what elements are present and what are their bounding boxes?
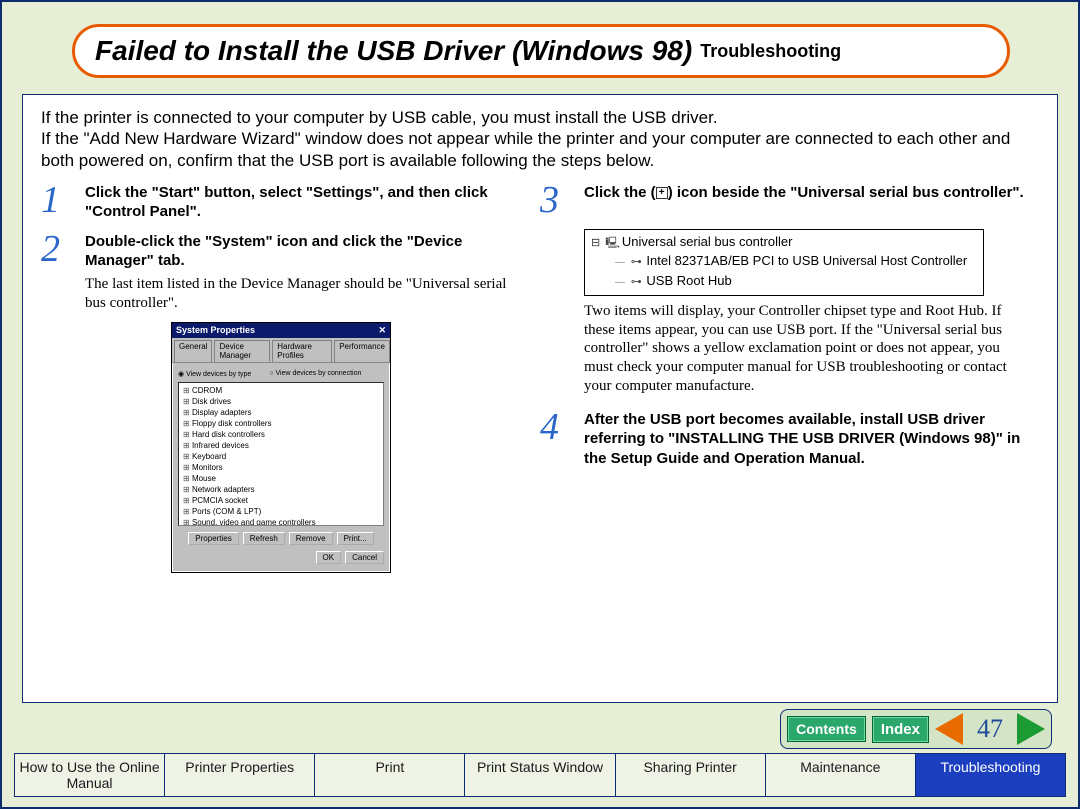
index-button[interactable]: Index [872, 716, 929, 743]
sysprop-button: OK [316, 551, 342, 564]
step-heading: Double-click the "System" icon and click… [85, 232, 526, 271]
next-page-arrow-icon[interactable] [1017, 713, 1045, 745]
tab-printer-properties[interactable]: Printer Properties [165, 753, 315, 797]
sysprop-tab: Hardware Profiles [272, 340, 332, 362]
sysprop-titlebar: System Properties ✕ [172, 323, 390, 338]
content-panel: If the printer is connected to your comp… [22, 94, 1058, 703]
step-number: 3 [540, 181, 584, 219]
step-heading: Click the "Start" button, select "Settin… [85, 183, 526, 222]
intro-text: If the printer is connected to your comp… [41, 107, 1039, 171]
sysprop-button: Properties [188, 532, 238, 545]
sysprop-button: Remove [289, 532, 333, 545]
usbtree-child: ⊶ USB Root Hub [615, 272, 977, 292]
system-properties-screenshot: System Properties ✕ General Device Manag… [171, 322, 391, 573]
page-root: Failed to Install the USB Driver (Window… [0, 0, 1080, 809]
tab-sharing-printer[interactable]: Sharing Printer [616, 753, 766, 797]
title-sub: Troubleshooting [700, 41, 841, 62]
title-main: Failed to Install the USB Driver (Window… [95, 35, 692, 67]
left-column: 1 Click the "Start" button, select "Sett… [41, 179, 540, 574]
intro-line2: If the "Add New Hardware Wizard" window … [41, 128, 1039, 171]
prev-page-arrow-icon[interactable] [935, 713, 963, 745]
sysprop-button: Refresh [243, 532, 285, 545]
step-3: 3 Click the (+) icon beside the "Univers… [540, 183, 1039, 219]
intro-line1: If the printer is connected to your comp… [41, 107, 1039, 128]
step-number: 4 [540, 408, 584, 469]
sysprop-body: ◉ View devices by type ○ View devices by… [172, 363, 390, 572]
tab-maintenance[interactable]: Maintenance [766, 753, 916, 797]
sysprop-title: System Properties [176, 325, 255, 336]
sysprop-tab: Device Manager [214, 340, 270, 362]
right-column: 3 Click the (+) icon beside the "Univers… [540, 179, 1039, 574]
tab-how-to-use[interactable]: How to Use the Online Manual [14, 753, 165, 797]
page-nav-strip: Contents Index 47 [780, 709, 1052, 749]
sysprop-tab: Performance [334, 340, 390, 362]
close-icon: ✕ [378, 325, 386, 336]
step-2: 2 Double-click the "System" icon and cli… [41, 232, 540, 313]
step-desc: The last item listed in the Device Manag… [85, 275, 526, 313]
step-number: 1 [41, 181, 85, 222]
usbtree-root: 🖳 Universal serial bus controller [591, 233, 977, 252]
step-heading: Click the (+) icon beside the "Universal… [584, 183, 1025, 203]
sysprop-tabs: General Device Manager Hardware Profiles… [172, 338, 390, 363]
step-1: 1 Click the "Start" button, select "Sett… [41, 183, 540, 222]
tab-print-status-window[interactable]: Print Status Window [465, 753, 615, 797]
contents-button[interactable]: Contents [787, 716, 866, 742]
sysprop-radio: ◉ View devices by type [178, 370, 251, 378]
usb-tree-screenshot: 🖳 Universal serial bus controller ⊶ Inte… [584, 229, 984, 296]
plus-icon: + [656, 187, 668, 199]
step-desc: Two items will display, your Controller … [584, 302, 1031, 396]
title-bar: Failed to Install the USB Driver (Window… [72, 24, 1010, 78]
usbtree-child: ⊶ Intel 82371AB/EB PCI to USB Universal … [615, 252, 977, 272]
step-heading: After the USB port becomes available, in… [584, 410, 1025, 469]
sysprop-radio: ○ View devices by connection [269, 370, 361, 378]
sysprop-button: Cancel [345, 551, 384, 564]
step-4: 4 After the USB port becomes available, … [540, 410, 1039, 469]
page-number: 47 [977, 714, 1003, 744]
sysprop-button: Print... [337, 532, 374, 545]
sysprop-tab: General [174, 340, 212, 362]
tab-print[interactable]: Print [315, 753, 465, 797]
step-number: 2 [41, 230, 85, 313]
bottom-tabs: How to Use the Online Manual Printer Pro… [14, 753, 1066, 797]
sysprop-tree: CDROM Disk drives Display adapters Flopp… [178, 382, 384, 526]
tab-troubleshooting[interactable]: Troubleshooting [916, 753, 1066, 797]
